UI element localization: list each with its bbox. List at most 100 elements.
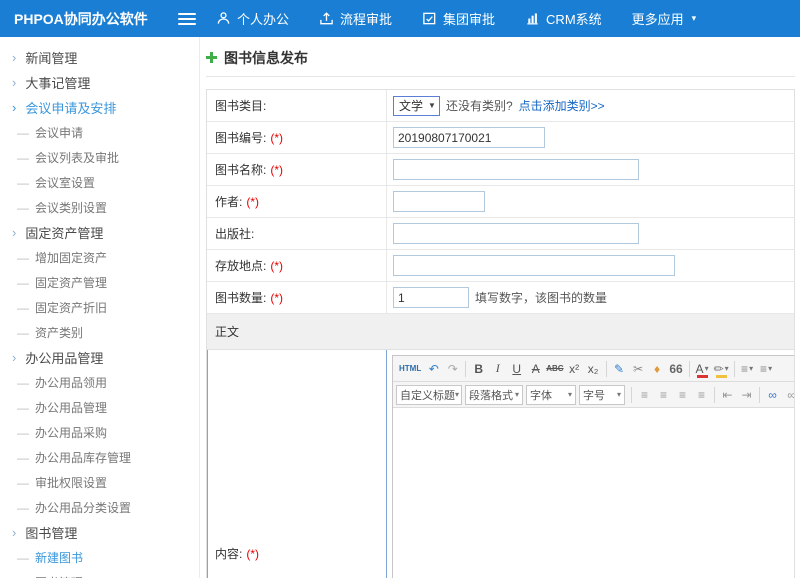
app-logo[interactable]: PHPOA协同办公软件 xyxy=(0,9,178,29)
page-title-row: 图书信息发布 xyxy=(206,39,795,77)
topmenu-item-3[interactable]: CRM系统 xyxy=(525,9,602,28)
form-value-book-name xyxy=(387,154,794,185)
topmenu-label: 更多应用 xyxy=(632,9,684,28)
field-label: 存放地点: xyxy=(215,257,266,274)
form-value-author xyxy=(387,186,794,217)
book-category-add-link[interactable]: 点击添加类别>> xyxy=(519,97,605,114)
required-mark: (*) xyxy=(246,547,259,561)
sidebar-item-label: 新建图书 xyxy=(35,549,83,566)
sidebar-item-14[interactable]: —办公用品管理 xyxy=(0,395,199,420)
sidebar-item-0[interactable]: ›新闻管理 xyxy=(0,45,199,70)
sidebar-item-12[interactable]: ›办公用品管理 xyxy=(0,345,199,370)
align-left-button[interactable]: ≡ xyxy=(635,385,654,405)
bold-button[interactable]: B xyxy=(469,359,488,379)
sidebar-item-9[interactable]: —固定资产管理 xyxy=(0,270,199,295)
topmenu-item-1[interactable]: 流程审批 xyxy=(319,9,392,28)
html-source-button[interactable]: HTML xyxy=(396,359,424,379)
publisher-input[interactable] xyxy=(393,223,639,244)
topmenu-item-0[interactable]: 个人办公 xyxy=(216,9,289,28)
location-input[interactable] xyxy=(393,255,675,276)
remove-format-button[interactable]: ✂ xyxy=(629,359,648,379)
dash-icon: — xyxy=(17,551,29,565)
sidebar-item-label: 办公用品管理 xyxy=(25,348,103,367)
field-label: 图书编号: xyxy=(215,129,266,146)
dash-icon: — xyxy=(17,376,29,390)
unlink-button[interactable]: ∞ xyxy=(782,385,794,405)
color-bar xyxy=(716,375,727,378)
outdent-button[interactable]: ⇤ xyxy=(718,385,737,405)
sidebar-item-3[interactable]: —会议申请 xyxy=(0,120,199,145)
underline-button[interactable]: U xyxy=(507,359,526,379)
sidebar-item-10[interactable]: —固定资产折旧 xyxy=(0,295,199,320)
subscript-button[interactable]: x₂ xyxy=(584,359,603,379)
sidebar-item-6[interactable]: —会议类别设置 xyxy=(0,195,199,220)
hamburger-menu-icon[interactable] xyxy=(178,13,196,25)
unordered-list-button[interactable]: ≡▾ xyxy=(757,359,776,379)
form-row-location: 存放地点:(*) xyxy=(207,250,794,282)
editor-content-area[interactable] xyxy=(393,408,794,578)
undo-button[interactable]: ↶ xyxy=(424,359,443,379)
field-label: 作者: xyxy=(215,193,242,210)
redo-button[interactable]: ↷ xyxy=(443,359,462,379)
sidebar-item-4[interactable]: —会议列表及审批 xyxy=(0,145,199,170)
sidebar-item-15[interactable]: —办公用品采购 xyxy=(0,420,199,445)
sidebar-item-5[interactable]: —会议室设置 xyxy=(0,170,199,195)
form-value-publisher xyxy=(387,218,794,249)
author-input[interactable] xyxy=(393,191,485,212)
font-family-select[interactable]: 字体▾ xyxy=(526,385,576,405)
topmenu-item-2[interactable]: 集团审批 xyxy=(422,9,495,28)
topmenu-item-4[interactable]: 更多应用▾ xyxy=(632,9,697,28)
dropdown-label: 自定义标题 xyxy=(400,387,455,403)
book-number-input[interactable] xyxy=(393,127,545,148)
quantity-input[interactable] xyxy=(393,287,469,308)
italic-button[interactable]: I xyxy=(488,359,507,379)
book-category-select[interactable]: 文学▼ xyxy=(393,96,440,116)
main-layout: ›新闻管理›大事记管理›会议申请及安排—会议申请—会议列表及审批—会议室设置—会… xyxy=(0,37,800,578)
sidebar-item-19[interactable]: ›图书管理 xyxy=(0,520,199,545)
chevron-down-icon: ▼ xyxy=(428,101,436,110)
paragraph-format-select[interactable]: 段落格式▾ xyxy=(465,385,523,405)
toolbar-separator xyxy=(465,361,466,377)
align-right-button[interactable]: ≡ xyxy=(673,385,692,405)
sidebar-item-11[interactable]: —资产类别 xyxy=(0,320,199,345)
sidebar-item-8[interactable]: —增加固定资产 xyxy=(0,245,199,270)
form-value-location xyxy=(387,250,794,281)
sidebar-item-21[interactable]: —图书管理 xyxy=(0,570,199,578)
sidebar-item-7[interactable]: ›固定资产管理 xyxy=(0,220,199,245)
form-value-content: HTML↶↷ BIUAABCx²x₂ ✎✂♦66 A▾✏▾ ≡▾≡▾ 自定义标题▾段落格式… xyxy=(387,350,794,578)
sidebar-item-label: 办公用品分类设置 xyxy=(35,499,131,516)
ordered-list-button[interactable]: ≡▾ xyxy=(738,359,757,379)
form-label-location: 存放地点:(*) xyxy=(207,250,387,281)
sidebar: ›新闻管理›大事记管理›会议申请及安排—会议申请—会议列表及审批—会议室设置—会… xyxy=(0,37,200,578)
form-row-quantity: 图书数量:(*) 填写数字，该图书的数量 xyxy=(207,282,794,314)
form-label-author: 作者:(*) xyxy=(207,186,387,217)
sidebar-item-13[interactable]: —办公用品领用 xyxy=(0,370,199,395)
highlight-color-button[interactable]: ✏▾ xyxy=(712,359,731,379)
sidebar-item-16[interactable]: —办公用品库存管理 xyxy=(0,445,199,470)
align-justify-button[interactable]: ≡ xyxy=(692,385,711,405)
form-value-book-category: 文学▼还没有类别?点击添加类别>> xyxy=(387,90,794,121)
indent-button[interactable]: ⇥ xyxy=(737,385,756,405)
font-color-button[interactable]: A▾ xyxy=(693,359,712,379)
sidebar-item-17[interactable]: —审批权限设置 xyxy=(0,470,199,495)
spellcheck-button[interactable]: ABC xyxy=(545,359,564,379)
quantity-hint: 填写数字，该图书的数量 xyxy=(475,289,607,306)
blockquote-button[interactable]: 66 xyxy=(667,359,686,379)
sidebar-item-2[interactable]: ›会议申请及安排 xyxy=(0,95,199,120)
sidebar-item-20[interactable]: — 新建图书 xyxy=(0,545,199,570)
link-button[interactable]: ∞ xyxy=(763,385,782,405)
format-painter-button[interactable]: ✎ xyxy=(610,359,629,379)
form-label-quantity: 图书数量:(*) xyxy=(207,282,387,313)
sidebar-item-1[interactable]: ›大事记管理 xyxy=(0,70,199,95)
custom-title-select[interactable]: 自定义标题▾ xyxy=(396,385,462,405)
font-size-select[interactable]: 字号▾ xyxy=(579,385,625,405)
sidebar-item-18[interactable]: —办公用品分类设置 xyxy=(0,495,199,520)
toolbar-separator xyxy=(689,361,690,377)
clean-button[interactable]: ♦ xyxy=(648,359,667,379)
strikethrough-button[interactable]: A xyxy=(526,359,545,379)
book-name-input[interactable] xyxy=(393,159,639,180)
field-label: 图书数量: xyxy=(215,289,266,306)
required-mark: (*) xyxy=(270,131,283,145)
align-center-button[interactable]: ≡ xyxy=(654,385,673,405)
superscript-button[interactable]: x² xyxy=(565,359,584,379)
